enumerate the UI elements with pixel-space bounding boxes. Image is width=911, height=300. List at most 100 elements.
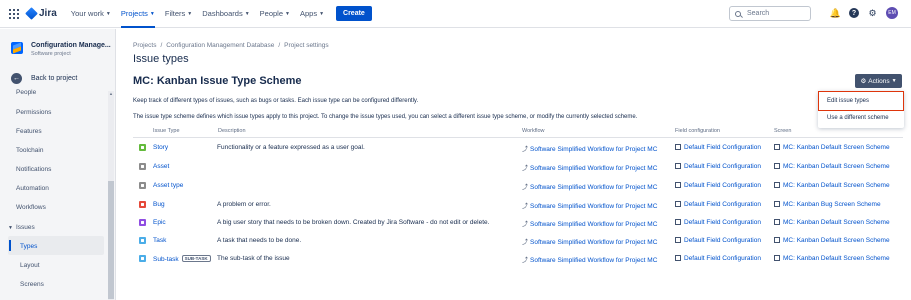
issue-type-icon (139, 182, 146, 189)
project-header[interactable]: Configuration Manage... Software project (11, 42, 111, 57)
issue-type-description: A task that needs to be done. (217, 237, 302, 244)
chevron-down-icon: ▼ (319, 10, 325, 17)
sidebar-item-permissions[interactable]: Permissions (16, 109, 51, 116)
issue-type-name[interactable]: Bug (153, 201, 165, 208)
back-label: Back to project (31, 75, 78, 82)
table-row: Epic A big user story that needs to be br… (133, 215, 903, 232)
search-input[interactable]: Search (729, 6, 811, 21)
jira-logo-icon (25, 7, 38, 20)
document-icon (774, 237, 780, 243)
sidebar-item-screens[interactable]: Screens (20, 281, 44, 288)
nav-your-work[interactable]: Your work ▼ (71, 0, 111, 28)
actions-dropdown-menu: Edit issue types Use a different scheme (818, 91, 904, 128)
sidebar-item-layout[interactable]: Layout (20, 262, 40, 269)
nav-filters[interactable]: Filters ▼ (165, 0, 192, 28)
notifications-icon[interactable]: 🔔 (830, 8, 841, 19)
breadcrumb-project-settings[interactable]: Project settings (284, 42, 328, 49)
app-switcher-icon[interactable] (9, 8, 19, 19)
issue-type-description: Functionality or a feature expressed as … (217, 144, 365, 151)
menu-item-use-different-scheme[interactable]: Use a different scheme (827, 115, 889, 121)
document-icon (774, 163, 780, 169)
document-icon (675, 255, 681, 261)
chevron-down-icon: ▼ (8, 224, 13, 231)
help-icon[interactable]: ? (849, 8, 859, 18)
sidebar-item-notifications[interactable]: Notifications (16, 166, 51, 173)
avatar[interactable]: EM (886, 7, 898, 19)
project-name: Configuration Manage... (31, 42, 111, 49)
sidebar-item-automation[interactable]: Automation (16, 185, 49, 192)
document-icon (774, 201, 780, 207)
menu-item-edit-issue-types[interactable]: Edit issue types (827, 98, 869, 104)
column-header-screen: Screen (774, 128, 792, 134)
chevron-down-icon: ▼ (187, 10, 193, 17)
workflow-link[interactable]: ⤴ Software Simplified Workflow for Projec… (522, 182, 657, 191)
document-icon (675, 182, 681, 188)
table-row: Sub-task SUB-TASK The sub-task of the issu… (133, 251, 903, 268)
sidebar-item-people[interactable]: People (16, 89, 36, 96)
screen-scheme-link[interactable]: MC: Kanban Default Screen Scheme (774, 144, 890, 151)
field-configuration-link[interactable]: Default Field Configuration (675, 182, 761, 189)
workflow-link[interactable]: ⤴ Software Simplified Workflow for Projec… (522, 255, 657, 264)
breadcrumb-projects[interactable]: Projects (133, 42, 156, 49)
issue-type-name[interactable]: Epic (153, 219, 166, 226)
jira-logo[interactable]: Jira (25, 7, 57, 20)
issue-type-icon (139, 237, 146, 244)
field-configuration-link[interactable]: Default Field Configuration (675, 237, 761, 244)
workflow-link[interactable]: ⤴ Software Simplified Workflow for Projec… (522, 237, 657, 246)
field-configuration-link[interactable]: Default Field Configuration (675, 163, 761, 170)
issue-type-name[interactable]: Story (153, 144, 168, 151)
scroll-up-icon[interactable]: ▲ (108, 91, 114, 97)
sidebar-item-features[interactable]: Features (16, 128, 42, 135)
document-icon (675, 201, 681, 207)
issue-type-name[interactable]: Sub-task SUB-TASK (153, 255, 211, 263)
column-header-field-configuration: Field configuration (675, 128, 720, 134)
page-title: Issue types (133, 53, 189, 65)
screen-scheme-link[interactable]: MC: Kanban Default Screen Scheme (774, 237, 890, 244)
workflow-link[interactable]: ⤴ Software Simplified Workflow for Projec… (522, 163, 657, 172)
sidebar-item-toolchain[interactable]: Toolchain (16, 147, 43, 154)
back-to-project-link[interactable]: ← Back to project (11, 73, 77, 84)
logo-text: Jira (39, 8, 57, 19)
sidebar-item-types[interactable]: Types (20, 243, 37, 250)
workflow-link[interactable]: ⤴ Software Simplified Workflow for Projec… (522, 201, 657, 210)
field-configuration-link[interactable]: Default Field Configuration (675, 219, 761, 226)
sidebar: Configuration Manage... Software project… (0, 29, 116, 300)
table-header: Issue Type Description Workflow Field co… (133, 128, 903, 138)
breadcrumb-project[interactable]: Configuration Management Database (166, 42, 274, 49)
screen-scheme-link[interactable]: MC: Kanban Default Screen Scheme (774, 255, 890, 262)
field-configuration-link[interactable]: Default Field Configuration (675, 144, 761, 151)
document-icon (675, 219, 681, 225)
issue-type-description: A problem or error. (217, 201, 271, 208)
table-row: Bug A problem or error. ⤴ Software Simplifi… (133, 197, 903, 214)
workflow-link[interactable]: ⤴ Software Simplified Workflow for Projec… (522, 219, 657, 228)
screen-scheme-link[interactable]: MC: Kanban Bug Screen Scheme (774, 201, 881, 208)
field-configuration-link[interactable]: Default Field Configuration (675, 201, 761, 208)
actions-button[interactable]: ⚙ Actions ▼ (855, 74, 902, 88)
nav-apps[interactable]: Apps ▼ (300, 0, 324, 28)
issue-type-description: A big user story that needs to be broken… (217, 219, 490, 226)
issue-type-name[interactable]: Asset type (153, 182, 183, 189)
nav-dashboards[interactable]: Dashboards ▼ (202, 0, 249, 28)
screen-scheme-link[interactable]: MC: Kanban Default Screen Scheme (774, 219, 890, 226)
project-type: Software project (31, 51, 71, 57)
issue-type-name[interactable]: Task (153, 237, 166, 244)
document-icon (774, 255, 780, 261)
sub-task-badge: SUB-TASK (181, 255, 211, 262)
document-icon (675, 163, 681, 169)
search-placeholder: Search (747, 10, 770, 17)
workflow-link[interactable]: ⤴ Software Simplified Workflow for Projec… (522, 144, 657, 153)
screen-scheme-link[interactable]: MC: Kanban Default Screen Scheme (774, 182, 890, 189)
issue-type-name[interactable]: Asset (153, 163, 169, 170)
sidebar-group-issues[interactable]: ▼ Issues (8, 224, 35, 231)
sidebar-scrollbar-thumb[interactable] (108, 181, 114, 299)
screen-scheme-link[interactable]: MC: Kanban Default Screen Scheme (774, 163, 890, 170)
nav-people[interactable]: People ▼ (260, 0, 290, 28)
sidebar-item-workflows[interactable]: Workflows (16, 204, 46, 211)
field-configuration-link[interactable]: Default Field Configuration (675, 255, 761, 262)
sidebar-active-indicator (9, 240, 11, 251)
nav-projects[interactable]: Projects ▼ (120, 0, 155, 28)
table-row: Story Functionality or a feature expresse… (133, 140, 903, 157)
settings-icon[interactable]: ⚙ (867, 8, 878, 19)
chevron-down-icon: ▼ (105, 10, 111, 17)
create-button[interactable]: Create (336, 6, 372, 21)
